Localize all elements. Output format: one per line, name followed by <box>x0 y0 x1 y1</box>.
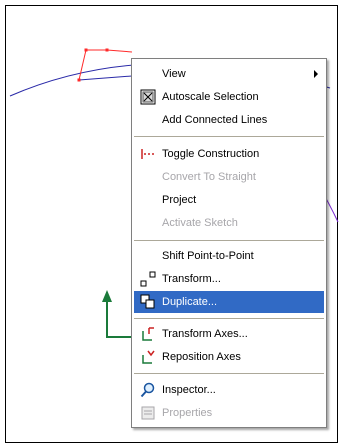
reposition-axes-icon <box>142 350 155 364</box>
menu-separator <box>134 240 324 241</box>
menu-item-label: View <box>162 68 186 80</box>
menu-item-label: Properties <box>162 407 213 419</box>
menu-item-label: Shift Point-to-Point <box>162 250 254 262</box>
menu-item-label: Reposition Axes <box>162 351 241 363</box>
axis-arrow-head <box>102 290 112 302</box>
sketch-point[interactable] <box>105 48 109 52</box>
context-menu[interactable]: View Autoscale Selection Add Connected L… <box>131 58 327 428</box>
sketch-point[interactable] <box>77 78 81 82</box>
menu-item-label: Convert To Straight <box>162 171 256 183</box>
menu-separator <box>134 318 324 319</box>
submenu-arrow-icon <box>314 70 318 78</box>
autoscale-icon <box>140 89 156 105</box>
menu-item-label: Toggle Construction <box>162 148 260 160</box>
menu-item-reposition-axes[interactable]: Reposition Axes <box>134 346 324 368</box>
inspector-icon <box>140 382 155 398</box>
menu-item-toggle-construction[interactable]: Toggle Construction <box>134 143 324 165</box>
menu-item-label: Transform Axes... <box>162 328 248 340</box>
menu-item-label: Transform... <box>162 273 221 285</box>
transform-axes-icon <box>142 327 154 341</box>
menu-item-label: Project <box>162 194 197 206</box>
menu-item-label: Activate Sketch <box>162 217 238 229</box>
profile-lines[interactable] <box>78 49 133 81</box>
toggle-construction-icon <box>141 149 154 159</box>
menu-item-shift-point-to-point[interactable]: Shift Point-to-Point <box>134 245 324 267</box>
transform-icon <box>140 271 156 287</box>
menu-item-properties[interactable]: Properties <box>134 402 324 424</box>
menu-item-label: Add Connected Lines <box>162 114 268 126</box>
duplicate-icon <box>140 294 155 309</box>
menu-item-activate-sketch[interactable]: Activate Sketch <box>134 212 324 234</box>
menu-item-add-connected-lines[interactable]: Add Connected Lines <box>134 109 324 131</box>
sketch-point[interactable] <box>84 48 88 52</box>
menu-item-autoscale-selection[interactable]: Autoscale Selection <box>134 86 324 108</box>
menu-separator <box>134 373 324 374</box>
menu-item-inspector[interactable]: Inspector... <box>134 379 324 401</box>
menu-item-duplicate[interactable]: Duplicate... <box>134 291 324 313</box>
profile-baseline[interactable] <box>78 75 133 81</box>
menu-item-transform[interactable]: Transform... <box>134 268 324 290</box>
properties-icon <box>141 406 155 420</box>
menu-separator <box>134 136 324 137</box>
menu-item-label: Duplicate... <box>162 296 218 308</box>
menu-item-view[interactable]: View <box>134 63 324 85</box>
menu-item-convert-to-straight[interactable]: Convert To Straight <box>134 166 324 188</box>
menu-item-label: Autoscale Selection <box>162 91 259 103</box>
sketch-viewport[interactable]: View Autoscale Selection Add Connected L… <box>0 0 340 446</box>
menu-item-transform-axes[interactable]: Transform Axes... <box>134 323 324 345</box>
menu-item-project[interactable]: Project <box>134 189 324 211</box>
menu-item-label: Inspector... <box>162 384 216 396</box>
